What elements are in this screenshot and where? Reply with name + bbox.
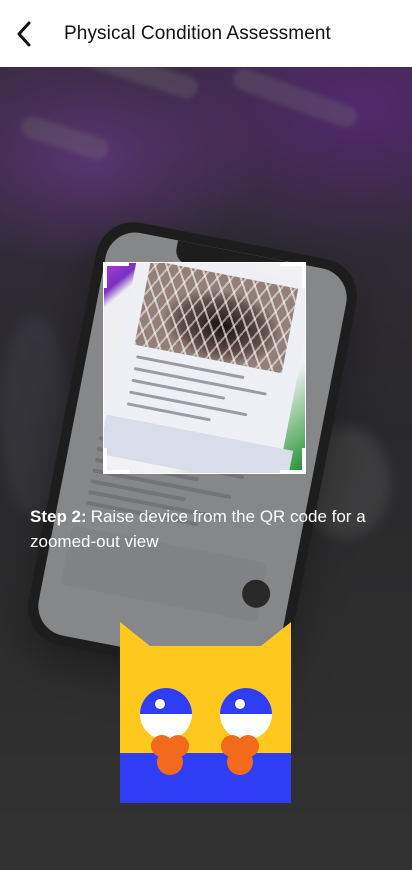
owl-right-eye: [220, 688, 272, 740]
preview-image: [134, 263, 299, 374]
scan-frame-corner-bottom-left: [103, 448, 129, 474]
step-label: Step 2:: [30, 507, 87, 526]
page-title: Physical Condition Assessment: [64, 22, 331, 44]
scan-frame-corner-top-left: [103, 262, 129, 288]
owl-body: [120, 753, 291, 803]
scan-frame-corner-top-right: [280, 262, 306, 288]
owl-mascot: [120, 622, 291, 803]
step-instruction: Step 2: Raise device from the QR code for…: [30, 504, 370, 554]
preview-line: [129, 390, 248, 417]
scan-target-preview: [104, 263, 305, 473]
preview-card: [104, 414, 294, 473]
app-header: Physical Condition Assessment: [0, 0, 412, 67]
scan-target-area: [103, 262, 306, 474]
owl-left-eye: [140, 688, 192, 740]
scan-frame-corner-bottom-right: [280, 448, 306, 474]
back-button[interactable]: [16, 12, 60, 56]
chevron-left-icon: [17, 21, 31, 46]
